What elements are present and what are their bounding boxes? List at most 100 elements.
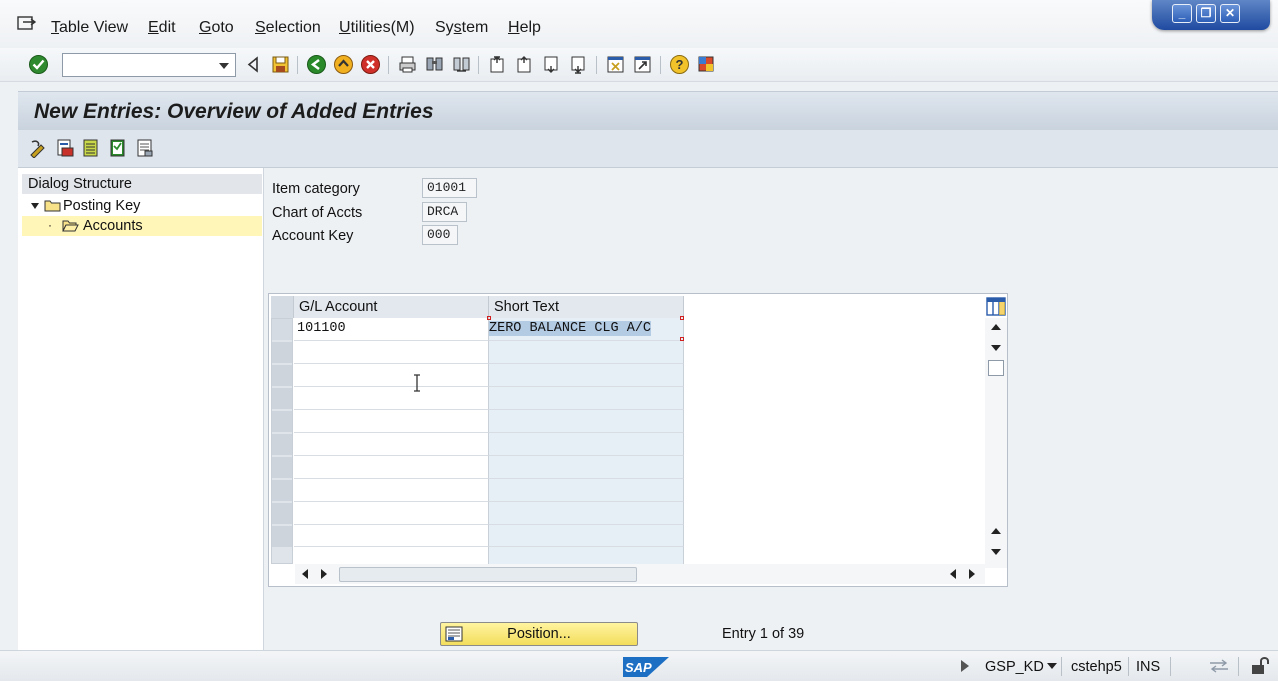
menu-goto[interactable]: Goto: [199, 19, 234, 37]
save-icon[interactable]: [270, 54, 291, 75]
copy-as-icon[interactable]: [55, 138, 75, 158]
print-icon[interactable]: [397, 54, 418, 75]
table-settings-icon[interactable]: [986, 297, 1006, 316]
delete-icon[interactable]: [81, 138, 101, 158]
system-menu-icon[interactable]: [17, 16, 37, 32]
table-row-short-text-cell[interactable]: [489, 456, 684, 479]
row-selector[interactable]: [272, 434, 292, 455]
short-text-value[interactable]: ZERO BALANCE CLG A/C: [489, 321, 652, 336]
row-selector[interactable]: [272, 319, 292, 340]
exit-icon[interactable]: [333, 54, 354, 75]
chevron-down-icon[interactable]: [219, 63, 229, 69]
row-selector[interactable]: [272, 457, 292, 478]
menu-utilities[interactable]: Utilities(M): [339, 19, 415, 37]
find-icon[interactable]: [424, 54, 445, 75]
find-next-icon[interactable]: [451, 54, 472, 75]
row-selector[interactable]: [272, 480, 292, 501]
enter-checkmark-icon[interactable]: [28, 54, 49, 75]
table-row-gl-cell[interactable]: [294, 341, 489, 364]
display-change-icon[interactable]: [28, 138, 48, 158]
customize-layout-icon[interactable]: [696, 54, 717, 75]
last-page-icon[interactable]: [568, 54, 589, 75]
scroll-up-icon[interactable]: [991, 324, 1001, 330]
select-all-icon[interactable]: [108, 138, 128, 158]
tree-item-posting-key[interactable]: Posting Key: [22, 196, 262, 216]
table-row-gl-cell[interactable]: [294, 547, 489, 564]
new-session-icon[interactable]: [605, 54, 626, 75]
deselect-all-icon[interactable]: [135, 138, 155, 158]
back-green-icon[interactable]: [306, 54, 327, 75]
position-button[interactable]: Position...: [440, 622, 638, 646]
position-button-label: Position...: [507, 626, 571, 642]
first-page-icon[interactable]: [487, 54, 508, 75]
previous-page-icon[interactable]: [514, 54, 535, 75]
row-selector[interactable]: [272, 342, 292, 363]
scroll-down-icon[interactable]: [991, 549, 1001, 555]
row-selector[interactable]: [272, 503, 292, 524]
table-row-gl-cell[interactable]: [294, 364, 489, 387]
table-row-gl-cell[interactable]: [294, 410, 489, 433]
next-page-icon[interactable]: [541, 54, 562, 75]
table-row-gl-cell[interactable]: [294, 387, 489, 410]
chevron-down-icon[interactable]: [1047, 663, 1057, 669]
table-row-gl-cell[interactable]: [294, 456, 489, 479]
table-row-short-text-cell[interactable]: ZERO BALANCE CLG A/C: [487, 316, 684, 341]
table-row-short-text-cell[interactable]: [489, 547, 684, 564]
minimize-icon[interactable]: _: [1172, 4, 1192, 23]
command-field[interactable]: [62, 53, 236, 77]
back-arrow-icon[interactable]: [243, 54, 264, 75]
column-header-gl-account[interactable]: G/L Account: [294, 296, 489, 318]
table-row-gl-cell[interactable]: [294, 502, 489, 525]
row-selector[interactable]: [272, 526, 292, 547]
scroll-right-icon[interactable]: [969, 569, 975, 579]
menu-selection[interactable]: Selection: [255, 19, 321, 37]
row-selector[interactable]: [272, 365, 292, 386]
row-selector[interactable]: [272, 411, 292, 432]
close-icon[interactable]: ✕: [1220, 4, 1240, 23]
table-row-short-text-cell[interactable]: [489, 387, 684, 410]
menu-edit[interactable]: Edit: [148, 19, 176, 37]
table-row-gl-cell[interactable]: 101100: [294, 318, 489, 341]
scroll-thumb[interactable]: [988, 360, 1004, 376]
restore-icon[interactable]: ❐: [1196, 4, 1216, 23]
svg-text:SAP: SAP: [625, 660, 652, 675]
table-row-gl-cell[interactable]: [294, 479, 489, 502]
shortcut-icon[interactable]: [632, 54, 653, 75]
scroll-down-icon[interactable]: [991, 345, 1001, 351]
row-selector[interactable]: [272, 388, 292, 409]
menu-system[interactable]: System: [435, 19, 488, 37]
help-icon[interactable]: ?: [669, 54, 690, 75]
tree-item-label: Posting Key: [63, 198, 141, 214]
table-row-short-text-cell[interactable]: [489, 410, 684, 433]
table-row-short-text-cell[interactable]: [489, 479, 684, 502]
cancel-icon[interactable]: [360, 54, 381, 75]
table-row-short-text-cell[interactable]: [489, 433, 684, 456]
table-row-short-text-cell[interactable]: [489, 364, 684, 387]
scroll-right-icon[interactable]: [321, 569, 327, 579]
system-id[interactable]: GSP_KD: [985, 659, 1044, 675]
table-row-short-text-cell[interactable]: [489, 525, 684, 547]
toolbar-separator: [297, 56, 298, 74]
position-icon: [445, 626, 463, 642]
scroll-left-icon[interactable]: [302, 569, 308, 579]
table-row-short-text-cell[interactable]: [489, 341, 684, 364]
scroll-left-icon[interactable]: [950, 569, 956, 579]
column-header-short-text[interactable]: Short Text: [489, 296, 684, 318]
expand-arrow-icon[interactable]: [31, 203, 39, 209]
select-all-cell[interactable]: [271, 296, 294, 318]
status-expand-icon[interactable]: [961, 660, 969, 672]
insert-mode[interactable]: INS: [1136, 659, 1160, 675]
tree-item-accounts[interactable]: · Accounts: [22, 216, 262, 236]
horizontal-scroll-thumb[interactable]: [339, 567, 637, 582]
standard-toolbar: ?: [0, 48, 1278, 82]
menu-table-view[interactable]: Table View: [51, 19, 128, 37]
table-row-gl-cell[interactable]: [294, 525, 489, 547]
table-row-gl-cell[interactable]: [294, 433, 489, 456]
table-row-short-text-cell[interactable]: [489, 502, 684, 525]
lock-icon[interactable]: [1250, 656, 1270, 676]
item-category-label: Item category: [272, 181, 360, 197]
scroll-up-icon[interactable]: [991, 528, 1001, 534]
horizontal-scrollbar[interactable]: [295, 564, 985, 584]
vertical-scrollbar[interactable]: [985, 318, 1007, 568]
menu-help[interactable]: Help: [508, 19, 541, 37]
